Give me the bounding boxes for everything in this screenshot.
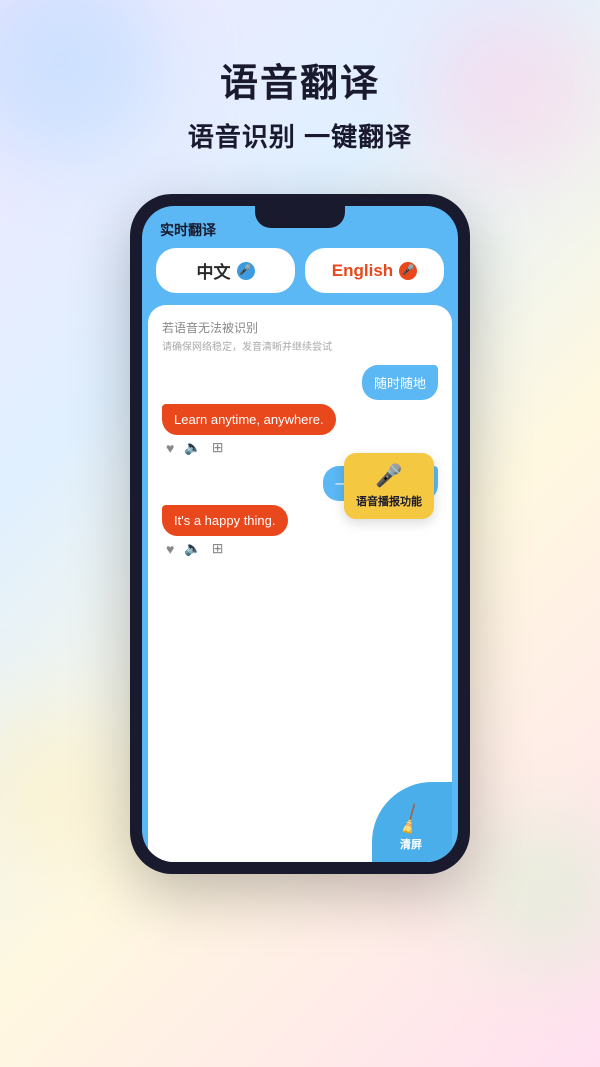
copy-icon-2[interactable]: ⊞ <box>212 540 224 557</box>
chat-area: 若语音无法被识别 请确保网络稳定，发音清晰并继续尝试 随时随地 Learn an… <box>148 305 452 862</box>
bubble-2-actions: ♥ 🔈 ⊞ <box>166 540 438 557</box>
app-title: 实时翻译 <box>160 220 216 240</box>
tooltip-label: 语音播报功能 <box>356 493 422 509</box>
voice-tooltip: 🎤 语音播报功能 <box>344 453 434 519</box>
speaker-icon-2[interactable]: 🔈 <box>184 540 201 557</box>
bubble-left-1: Learn anytime, anywhere. <box>162 404 336 435</box>
heart-icon-1[interactable]: ♥ <box>166 440 174 456</box>
clear-screen-button[interactable]: 🧹 清屏 <box>372 782 452 862</box>
speaker-icon-1[interactable]: 🔈 <box>184 439 201 456</box>
bubble-left-2: It's a happy thing. <box>162 505 288 536</box>
chinese-lang-button[interactable]: 中文 🎤 <box>156 248 295 293</box>
sub-title: 语音识别 一键翻译 <box>188 117 412 154</box>
clear-label: 清屏 <box>400 836 422 852</box>
phone-mockup: 实时翻译 中文 🎤 English 🎤 若语音无法被识别 请确保网络稳定，发音清… <box>130 194 470 874</box>
hint-line1: 若语音无法被识别 <box>162 319 438 336</box>
heart-icon-2[interactable]: ♥ <box>166 541 174 557</box>
bubble-right-1: 随时随地 <box>362 365 438 400</box>
chinese-label: 中文 <box>197 258 231 283</box>
copy-icon-1[interactable]: ⊞ <box>212 439 224 456</box>
main-title: 语音翻译 <box>220 52 380 107</box>
phone-notch <box>255 206 345 228</box>
hint-line2: 请确保网络稳定，发音清晰并继续尝试 <box>162 338 438 353</box>
chinese-mic-icon: 🎤 <box>237 262 255 280</box>
chat-pair-1: 随时随地 Learn anytime, anywhere. ♥ 🔈 ⊞ <box>162 365 438 456</box>
language-selector-row: 中文 🎤 English 🎤 <box>142 248 458 305</box>
english-label: English <box>332 261 393 281</box>
english-mic-icon: 🎤 <box>399 262 417 280</box>
tooltip-mic-icon: 🎤 <box>375 463 402 489</box>
broom-icon: 🧹 <box>393 803 430 839</box>
english-lang-button[interactable]: English 🎤 <box>305 248 444 293</box>
